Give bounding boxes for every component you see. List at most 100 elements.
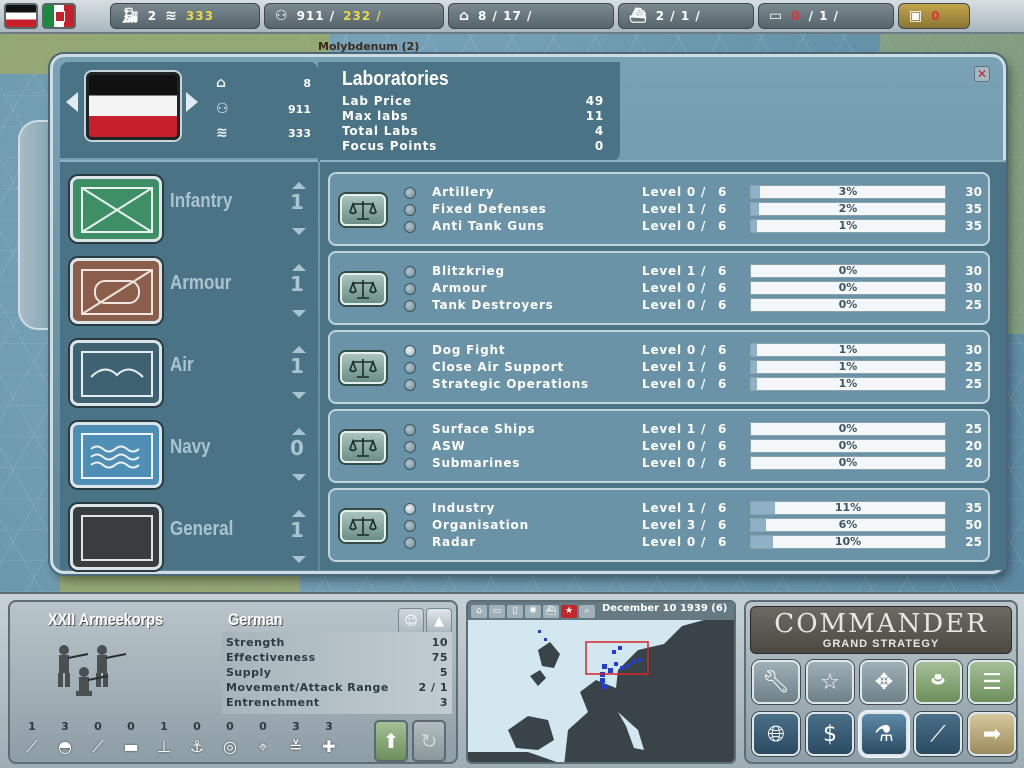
equipment-slot[interactable]: 3 ◓	[49, 720, 81, 756]
increase-arrow-icon[interactable]	[292, 346, 306, 353]
previous-nation-arrow-icon[interactable]	[66, 92, 78, 112]
research-radio[interactable]	[404, 458, 416, 470]
air-symbol-icon[interactable]	[70, 340, 162, 406]
equipment-slot[interactable]: 0 ◎	[214, 720, 246, 756]
upgrade-button[interactable]: ▲	[426, 608, 452, 634]
laboratories-info: Laboratories Lab Price 49 Max labs 11 Tota…	[318, 62, 620, 162]
equipment-slot[interactable]: 3 ✚	[313, 720, 345, 756]
end-turn-button[interactable]: ➡	[968, 712, 1016, 756]
supply-filter-icon[interactable]: ▯	[507, 604, 523, 618]
equipment-slot[interactable]: 1 ⊥	[148, 720, 180, 756]
category-armour[interactable]: Armour 1	[70, 254, 310, 326]
research-name: Surface Ships	[432, 422, 536, 436]
research-radio[interactable]	[404, 520, 416, 532]
unit-type-button[interactable]: ☺	[398, 608, 424, 634]
research-level: Level 0 /	[642, 185, 707, 199]
category-general[interactable]: General 1	[70, 500, 310, 572]
research-level: Level 1 /	[642, 264, 707, 278]
research-categories: Infantry 1 Armour 1 Air 1 Navy 0 General…	[60, 160, 318, 570]
zoom-filter-icon[interactable]: ⌕	[579, 604, 595, 618]
research-button[interactable]: ⚗	[860, 712, 908, 756]
general-symbol-icon[interactable]	[70, 504, 162, 570]
minimap[interactable]: ⌂ ▭ ▯ ✺ ⛴ ★ ⌕ December 10 1939 (6)	[466, 600, 736, 764]
assign-lab-button[interactable]	[340, 431, 386, 463]
research-row: Submarines Level 0 / 6 0% 20	[400, 455, 984, 472]
research-radio[interactable]	[404, 283, 416, 295]
equipment-slot[interactable]: 0 ⟋	[82, 720, 114, 757]
research-radio[interactable]	[404, 424, 416, 436]
research-level: Level 3 /	[642, 518, 707, 532]
crosshair-icon: ⌖	[258, 737, 268, 756]
armour-symbol-icon[interactable]	[70, 258, 162, 324]
progress-percent: 0%	[838, 456, 858, 469]
infantry-symbol-icon[interactable]	[70, 176, 162, 242]
italy-flag-button[interactable]	[42, 3, 76, 29]
coins-icon: ≋	[216, 125, 228, 141]
research-radio[interactable]	[404, 187, 416, 199]
front-filter-icon[interactable]: ★	[561, 604, 577, 618]
research-cost: 35	[965, 202, 982, 216]
research-radio[interactable]	[404, 266, 416, 278]
star-button[interactable]: ☆	[806, 660, 854, 704]
assign-lab-button[interactable]	[340, 510, 386, 542]
germany-flag-button[interactable]	[4, 3, 38, 29]
statistics-button[interactable]: ⟋	[914, 712, 962, 756]
category-infantry[interactable]: Infantry 1	[70, 172, 310, 244]
research-row: Blitzkrieg Level 1 / 6 0% 30	[400, 263, 984, 280]
decrease-arrow-icon[interactable]	[292, 556, 306, 563]
research-level: Level 1 /	[642, 422, 707, 436]
research-max-level: 6	[718, 219, 727, 233]
research-radio[interactable]	[404, 379, 416, 391]
research-radio[interactable]	[404, 503, 416, 515]
research-radio[interactable]	[404, 362, 416, 374]
assign-lab-button[interactable]	[340, 352, 386, 384]
move-button[interactable]: ✥	[860, 660, 908, 704]
research-radio[interactable]	[404, 537, 416, 549]
weather-filter-icon[interactable]: ✺	[525, 604, 541, 618]
decrease-arrow-icon[interactable]	[292, 310, 306, 317]
terrain-filter-icon[interactable]: ⌂	[471, 604, 487, 618]
close-icon[interactable]: ✕	[974, 66, 990, 82]
naval-filter-icon[interactable]: ⛴	[543, 604, 559, 618]
globe-button[interactable]: 🌐︎	[752, 712, 800, 756]
wrench-button[interactable]: 🔧︎	[752, 660, 800, 704]
diplomacy-button[interactable]: 🎩︎	[914, 660, 962, 704]
increase-arrow-icon[interactable]	[292, 510, 306, 517]
research-radio[interactable]	[404, 441, 416, 453]
assign-lab-button[interactable]	[340, 194, 386, 226]
upgrade-unit-button[interactable]: ⬆	[374, 720, 408, 762]
unit-filter-icon[interactable]: ▭	[489, 604, 505, 618]
decrease-arrow-icon[interactable]	[292, 474, 306, 481]
increase-arrow-icon[interactable]	[292, 182, 306, 189]
research-radio[interactable]	[404, 345, 416, 357]
increase-arrow-icon[interactable]	[292, 428, 306, 435]
rifle-icon: ⟋	[26, 737, 38, 756]
research-groups: Artillery Level 0 / 6 3% 30 Fixed Defenses Lev…	[320, 160, 1006, 570]
soldier-icon: ☺	[404, 613, 418, 629]
disband-unit-button[interactable]: ↻	[412, 720, 446, 762]
progress-percent: 1%	[838, 343, 858, 356]
equipment-slot[interactable]: 3 ≚	[280, 720, 312, 756]
anchor-icon: ⚓	[189, 737, 205, 756]
category-air[interactable]: Air 1	[70, 336, 310, 408]
focus-points-row: Focus Points 0	[342, 139, 604, 153]
navy-symbol-icon[interactable]	[70, 422, 162, 488]
equipment-slot[interactable]: 0 ⚓	[181, 720, 213, 756]
research-radio[interactable]	[404, 300, 416, 312]
decrease-arrow-icon[interactable]	[292, 392, 306, 399]
increase-arrow-icon[interactable]	[292, 264, 306, 271]
equipment-slot[interactable]: 0 ⌖	[247, 720, 279, 757]
assign-lab-button[interactable]	[340, 273, 386, 305]
research-progress-bar: 10%	[750, 535, 946, 549]
laboratories-title: Laboratories	[342, 68, 449, 90]
category-navy[interactable]: Navy 0	[70, 418, 310, 490]
research-radio[interactable]	[404, 204, 416, 216]
next-nation-arrow-icon[interactable]	[186, 92, 198, 112]
decrease-arrow-icon[interactable]	[292, 228, 306, 235]
finance-button[interactable]: $	[806, 712, 854, 756]
equipment-slot[interactable]: 1 ⟋	[16, 720, 48, 757]
research-radio[interactable]	[404, 221, 416, 233]
unit-name: XXII Armeekorps	[48, 610, 164, 629]
list-button[interactable]: ☰	[968, 660, 1016, 704]
equipment-slot[interactable]: 0 ▬	[115, 720, 147, 756]
